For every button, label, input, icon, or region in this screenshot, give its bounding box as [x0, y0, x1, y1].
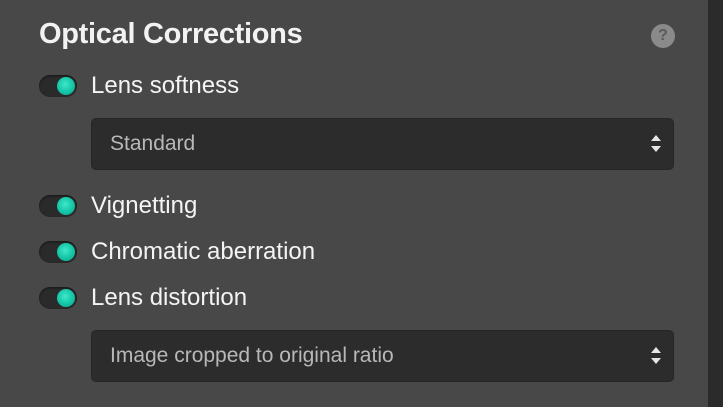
chromatic-aberration-label: Chromatic aberration: [91, 238, 316, 265]
vignetting-toggle[interactable]: [39, 195, 77, 217]
toggle-knob: [57, 77, 75, 95]
lens-distortion-select-value: Image cropped to original ratio: [110, 344, 394, 367]
panel-title: Optical Corrections: [39, 18, 303, 50]
chromatic-aberration-row: Chromatic aberration: [39, 236, 315, 268]
optical-corrections-panel: Optical Corrections ? Lens softness Stan…: [0, 0, 708, 407]
toggle-knob: [57, 243, 75, 261]
lens-softness-row: Lens softness: [39, 70, 239, 102]
vignetting-row: Vignetting: [39, 190, 197, 222]
lens-distortion-toggle[interactable]: [39, 287, 77, 309]
select-arrows-icon: [651, 347, 661, 365]
scrollbar-track[interactable]: [708, 0, 723, 407]
lens-softness-select-value: Standard: [110, 132, 196, 155]
vignetting-label: Vignetting: [91, 192, 198, 219]
toggle-knob: [57, 289, 75, 307]
toggle-knob: [57, 197, 75, 215]
lens-distortion-row: Lens distortion: [39, 282, 247, 314]
lens-distortion-select[interactable]: Image cropped to original ratio: [91, 330, 674, 382]
select-arrows-icon: [651, 135, 661, 153]
lens-softness-label: Lens softness: [91, 72, 240, 99]
chromatic-aberration-toggle[interactable]: [39, 241, 77, 263]
lens-softness-select[interactable]: Standard: [91, 118, 674, 170]
help-icon[interactable]: ?: [651, 24, 675, 48]
lens-distortion-label: Lens distortion: [91, 284, 248, 311]
lens-softness-toggle[interactable]: [39, 75, 77, 97]
